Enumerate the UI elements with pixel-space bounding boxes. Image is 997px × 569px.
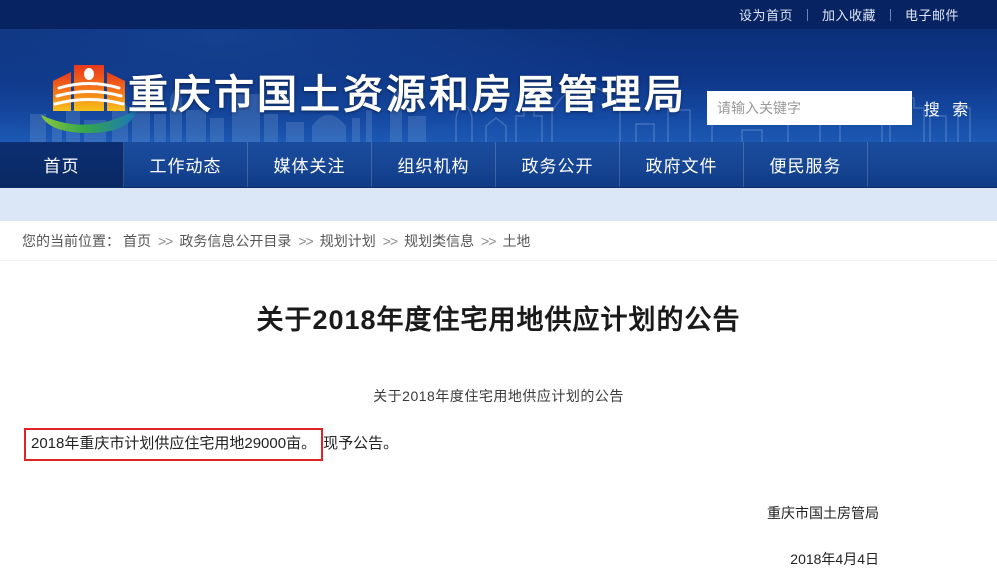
article-body: 关于2018年度住宅用地供应计划的公告 关于2018年度住宅用地供应计划的公告 …: [0, 303, 997, 569]
nav-item-public-services[interactable]: 便民服务: [744, 142, 868, 187]
breadcrumb-separator: >>: [481, 232, 496, 249]
nav-item-government-documents[interactable]: 政府文件: [620, 142, 744, 187]
breadcrumb-item-disclosure-catalog[interactable]: 政务信息公开目录: [176, 231, 294, 251]
breadcrumb-item-planning[interactable]: 规划计划: [317, 231, 379, 251]
nav-filler: [868, 142, 997, 187]
main-navigation: 首页 工作动态 媒体关注 组织机构 政务公开 政府文件 便民服务: [0, 142, 997, 188]
page-title: 关于2018年度住宅用地供应计划的公告: [256, 305, 741, 335]
document-subtitle: 关于2018年度住宅用地供应计划的公告: [373, 388, 624, 405]
add-favorite-link[interactable]: 加入收藏: [808, 5, 890, 24]
set-homepage-link[interactable]: 设为首页: [725, 5, 807, 24]
breadcrumb-item-land[interactable]: 土地: [499, 231, 533, 251]
nav-item-government-affairs[interactable]: 政务公开: [496, 142, 620, 187]
issue-date: 2018年4月4日: [790, 551, 879, 568]
nav-item-media-focus[interactable]: 媒体关注: [248, 142, 372, 187]
search-button[interactable]: 搜 索: [912, 91, 984, 125]
top-utility-bar: 设为首页 加入收藏 电子邮件: [0, 0, 997, 29]
site-header: 重庆市国土资源和房屋管理局 搜 索: [0, 29, 997, 142]
breadcrumb: 您的当前位置： 首页 >> 政务信息公开目录 >> 规划计划 >> 规划类信息 …: [0, 221, 997, 261]
email-link[interactable]: 电子邮件: [891, 5, 973, 24]
breadcrumb-item-home[interactable]: 首页: [120, 231, 154, 251]
breadcrumb-separator: >>: [158, 232, 173, 249]
breadcrumb-item-planning-info[interactable]: 规划类信息: [401, 231, 477, 251]
nav-item-work-updates[interactable]: 工作动态: [124, 142, 248, 187]
announcement-paragraph: 2018年重庆市计划供应住宅用地29000亩。 现予公告。: [24, 428, 975, 462]
breadcrumb-label: 您的当前位置：: [22, 232, 120, 249]
agency-emblem-logo[interactable]: [37, 57, 141, 137]
nav-item-organization[interactable]: 组织机构: [372, 142, 496, 187]
breadcrumb-separator: >>: [382, 232, 398, 249]
nav-underline-strip: [0, 188, 997, 221]
nav-item-home[interactable]: 首页: [0, 142, 124, 187]
site-title: 重庆市国土资源和房屋管理局: [128, 73, 687, 117]
paragraph-tail-text: 现予公告。: [323, 435, 399, 453]
highlighted-statement: 2018年重庆市计划供应住宅用地29000亩。: [24, 428, 324, 462]
issuing-authority: 重庆市国土房管局: [767, 505, 879, 522]
breadcrumb-separator: >>: [298, 232, 313, 249]
search-input[interactable]: [707, 91, 912, 125]
search-area: 搜 索: [707, 91, 984, 125]
